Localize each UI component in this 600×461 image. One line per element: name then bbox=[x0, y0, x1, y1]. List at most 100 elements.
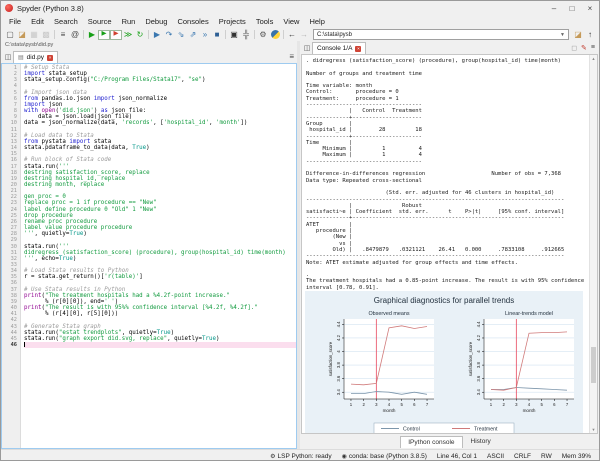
svg-text:4: 4 bbox=[388, 402, 391, 407]
preferences-icon[interactable]: ⚙ bbox=[257, 29, 269, 41]
fullscreen-icon[interactable]: ╬ bbox=[240, 29, 252, 41]
menu-source[interactable]: Source bbox=[83, 16, 117, 27]
browse-tabs-icon[interactable]: ◫ bbox=[3, 52, 13, 62]
console-edit-icon[interactable]: ✎ bbox=[581, 44, 587, 52]
code-area[interactable]: # Setup Stata​import stata_setup​stata_s… bbox=[21, 63, 297, 449]
status-bar: ⚙LSP Python: ready ◉conda: base (Python 3… bbox=[1, 449, 599, 461]
symbol-finder-icon[interactable]: @ bbox=[69, 29, 81, 41]
menu-projects[interactable]: Projects bbox=[214, 16, 251, 27]
save-all-icon[interactable]: ▩ bbox=[40, 29, 52, 41]
close-tab-icon[interactable]: × bbox=[47, 55, 53, 61]
working-directory-combo[interactable]: C:\stata\pysb ▼ bbox=[313, 29, 569, 40]
svg-text:2: 2 bbox=[502, 402, 505, 407]
close-console-icon[interactable]: × bbox=[355, 46, 361, 52]
code-editor[interactable]: 1234567891011121314151617181920212223242… bbox=[1, 63, 297, 449]
stop-debug-icon[interactable]: ■ bbox=[211, 29, 223, 41]
toolbar: ▢◪▦▩≡@▶▶▶≫↻▶↷⇘⇗»■▣╬⚙←→ C:\stata\pysb ▼ ◪… bbox=[1, 28, 599, 41]
back-icon[interactable]: ← bbox=[286, 29, 298, 41]
svg-text:7: 7 bbox=[426, 402, 429, 407]
window-controls: – □ × bbox=[545, 1, 599, 15]
svg-text:3: 3 bbox=[515, 402, 518, 407]
svg-text:3.6: 3.6 bbox=[476, 375, 481, 382]
file-switcher-icon[interactable]: ≡ bbox=[57, 29, 69, 41]
memory: Mem 39% bbox=[562, 453, 591, 460]
tab-did-py[interactable]: ▤ did.py × bbox=[13, 51, 58, 63]
svg-text:Treatment: Treatment bbox=[474, 427, 498, 433]
maximize-pane-icon[interactable]: ▣ bbox=[228, 29, 240, 41]
main-area: C:\stata\pysb\did.py ◫ ▤ did.py × ≡ 1234… bbox=[1, 41, 599, 449]
lsp-status: ⚙LSP Python: ready bbox=[270, 453, 331, 460]
scroll-down-icon[interactable]: ▼ bbox=[590, 427, 597, 432]
toolbar-separator bbox=[225, 30, 226, 39]
step-out-icon[interactable]: ⇗ bbox=[187, 29, 199, 41]
svg-text:3.4: 3.4 bbox=[336, 389, 341, 396]
python-env-icon[interactable] bbox=[269, 29, 281, 41]
svg-text:4.2: 4.2 bbox=[476, 334, 481, 341]
save-icon[interactable]: ▦ bbox=[28, 29, 40, 41]
minimize-button[interactable]: – bbox=[545, 1, 563, 15]
menu-bar: FileEditSearchSourceRunDebugConsolesProj… bbox=[1, 15, 599, 28]
rerun-cell-icon[interactable]: ↻ bbox=[134, 29, 146, 41]
menu-run[interactable]: Run bbox=[117, 16, 141, 27]
step-over-icon[interactable]: ↷ bbox=[163, 29, 175, 41]
ipython-console[interactable]: . didregress (satisfaction_score) (proce… bbox=[301, 54, 598, 434]
new-file-icon[interactable]: ▢ bbox=[4, 29, 16, 41]
debug-file-icon[interactable]: ▶ bbox=[151, 29, 163, 41]
console-pane: ◫ Console 1/A × ◻ ✎ ≡ . didregress (sati… bbox=[300, 41, 599, 449]
run-cell-icon[interactable]: ▶ bbox=[98, 30, 110, 40]
bottom-tab-ipython-console[interactable]: IPython console bbox=[400, 436, 462, 448]
run-cell-advance-icon[interactable]: ▶ bbox=[110, 30, 122, 40]
svg-text:Observed means: Observed means bbox=[368, 311, 409, 317]
toolbar-separator bbox=[54, 30, 55, 39]
scroll-up-icon[interactable]: ▲ bbox=[590, 56, 597, 61]
editor-options-icon[interactable]: ≡ bbox=[289, 52, 294, 61]
run-file-icon[interactable]: ▶ bbox=[86, 29, 98, 41]
menu-help[interactable]: Help bbox=[304, 16, 329, 27]
svg-text:Control: Control bbox=[403, 427, 420, 433]
file-icon: ▤ bbox=[18, 54, 24, 61]
menu-view[interactable]: View bbox=[278, 16, 304, 27]
cursor-position: Line 46, Col 1 bbox=[437, 453, 477, 460]
scrollbar-thumb[interactable] bbox=[591, 347, 596, 383]
step-into-icon[interactable]: ⇘ bbox=[175, 29, 187, 41]
editor-tab-bar: ◫ ▤ did.py × ≡ bbox=[1, 50, 297, 63]
console-output: . didregress (satisfaction_score) (proce… bbox=[302, 55, 597, 291]
permissions: RW bbox=[541, 453, 552, 460]
console-environment-icon[interactable]: ◻ bbox=[571, 44, 577, 52]
close-button[interactable]: × bbox=[581, 1, 599, 15]
tab-console-1a[interactable]: Console 1/A × bbox=[312, 42, 366, 54]
window-title: Spyder (Python 3.8) bbox=[17, 4, 84, 13]
editor-tab-label: did.py bbox=[27, 54, 44, 61]
console-options-icon[interactable]: ≡ bbox=[591, 44, 595, 52]
open-file-icon[interactable]: ◪ bbox=[16, 29, 28, 41]
console-browse-tabs-icon[interactable]: ◫ bbox=[302, 43, 312, 53]
svg-text:4: 4 bbox=[476, 350, 481, 353]
menu-consoles[interactable]: Consoles bbox=[172, 16, 213, 27]
svg-text:5: 5 bbox=[540, 402, 543, 407]
plot-title: Graphical diagnostics for parallel trend… bbox=[305, 291, 583, 307]
svg-text:3: 3 bbox=[375, 402, 378, 407]
forward-icon[interactable]: → bbox=[298, 29, 310, 41]
console-scrollbar[interactable]: ▲ ▼ bbox=[589, 55, 597, 433]
run-selection-icon[interactable]: ≫ bbox=[122, 29, 134, 41]
eol: CRLF bbox=[514, 453, 531, 460]
svg-text:3.4: 3.4 bbox=[476, 389, 481, 396]
menu-file[interactable]: File bbox=[4, 16, 26, 27]
console-tab-bar: ◫ Console 1/A × ◻ ✎ ≡ bbox=[300, 41, 599, 54]
conda-status: ◉conda: base (Python 3.8.5) bbox=[342, 453, 427, 460]
bottom-tab-history[interactable]: History bbox=[463, 435, 499, 448]
svg-text:4: 4 bbox=[528, 402, 531, 407]
debug-continue-icon[interactable]: » bbox=[199, 29, 211, 41]
browse-directory-icon[interactable]: ◪ bbox=[572, 29, 584, 41]
menu-debug[interactable]: Debug bbox=[140, 16, 172, 27]
svg-text:3.6: 3.6 bbox=[336, 375, 341, 382]
menu-tools[interactable]: Tools bbox=[251, 16, 279, 27]
parent-directory-icon[interactable]: ↑ bbox=[584, 29, 596, 41]
code-line-46[interactable]: ​ bbox=[24, 342, 297, 348]
svg-text:2: 2 bbox=[362, 402, 365, 407]
menu-search[interactable]: Search bbox=[49, 16, 83, 27]
maximize-button[interactable]: □ bbox=[563, 1, 581, 15]
svg-text:1: 1 bbox=[490, 402, 493, 407]
conda-status-icon: ◉ bbox=[342, 453, 347, 460]
menu-edit[interactable]: Edit bbox=[26, 16, 49, 27]
